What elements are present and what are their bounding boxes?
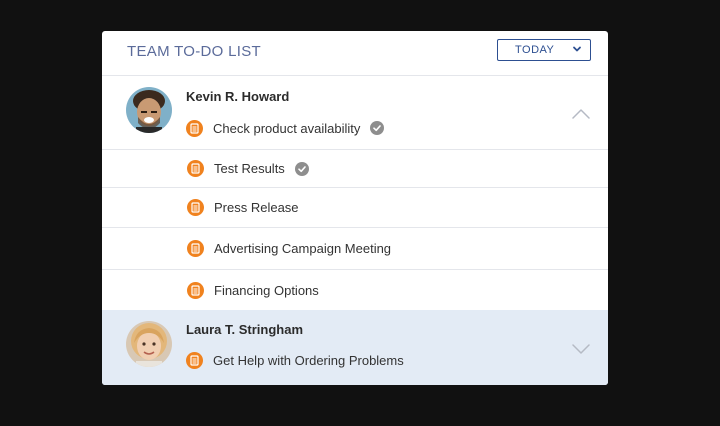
team-todo-card: TEAM TO-DO LIST TODAY Kevin R. Howard Ch… (102, 31, 608, 385)
date-filter-dropdown[interactable]: TODAY (497, 39, 591, 61)
person-name: Kevin R. Howard (186, 89, 290, 104)
task-label: Financing Options (214, 282, 319, 298)
clipboard-icon (187, 199, 204, 216)
date-filter-label: TODAY (515, 44, 555, 56)
check-circle-icon (294, 161, 309, 176)
card-title: TEAM TO-DO LIST (127, 43, 261, 60)
clipboard-icon (187, 240, 204, 257)
avatar (126, 321, 172, 367)
clipboard-icon (187, 160, 204, 177)
clipboard-icon (186, 119, 203, 137)
task-item[interactable]: Check product availability (186, 119, 385, 137)
person-row-laura[interactable]: Laura T. Stringham Get Help with Orderin… (102, 310, 608, 385)
person-row-kevin[interactable]: Kevin R. Howard Check product availabili… (102, 77, 608, 150)
chevron-up-icon[interactable] (572, 108, 590, 120)
card-header: TEAM TO-DO LIST TODAY (102, 31, 608, 76)
chevron-down-icon (573, 46, 581, 52)
task-label: Check product availability (213, 120, 361, 136)
task-label: Get Help with Ordering Problems (213, 352, 404, 368)
task-label: Test Results (214, 161, 285, 176)
clipboard-icon (186, 351, 203, 369)
person-name: Laura T. Stringham (186, 322, 304, 337)
task-row[interactable]: Test Results (102, 150, 608, 188)
avatar (126, 87, 172, 133)
task-row[interactable]: Financing Options (102, 270, 608, 310)
task-item[interactable]: Get Help with Ordering Problems (186, 351, 404, 369)
task-row[interactable]: Press Release (102, 188, 608, 228)
task-label: Advertising Campaign Meeting (214, 241, 392, 256)
clipboard-icon (187, 281, 204, 299)
check-circle-icon (370, 121, 385, 135)
chevron-down-icon[interactable] (572, 343, 590, 355)
task-row[interactable]: Advertising Campaign Meeting (102, 228, 608, 270)
task-label: Press Release (214, 200, 299, 215)
